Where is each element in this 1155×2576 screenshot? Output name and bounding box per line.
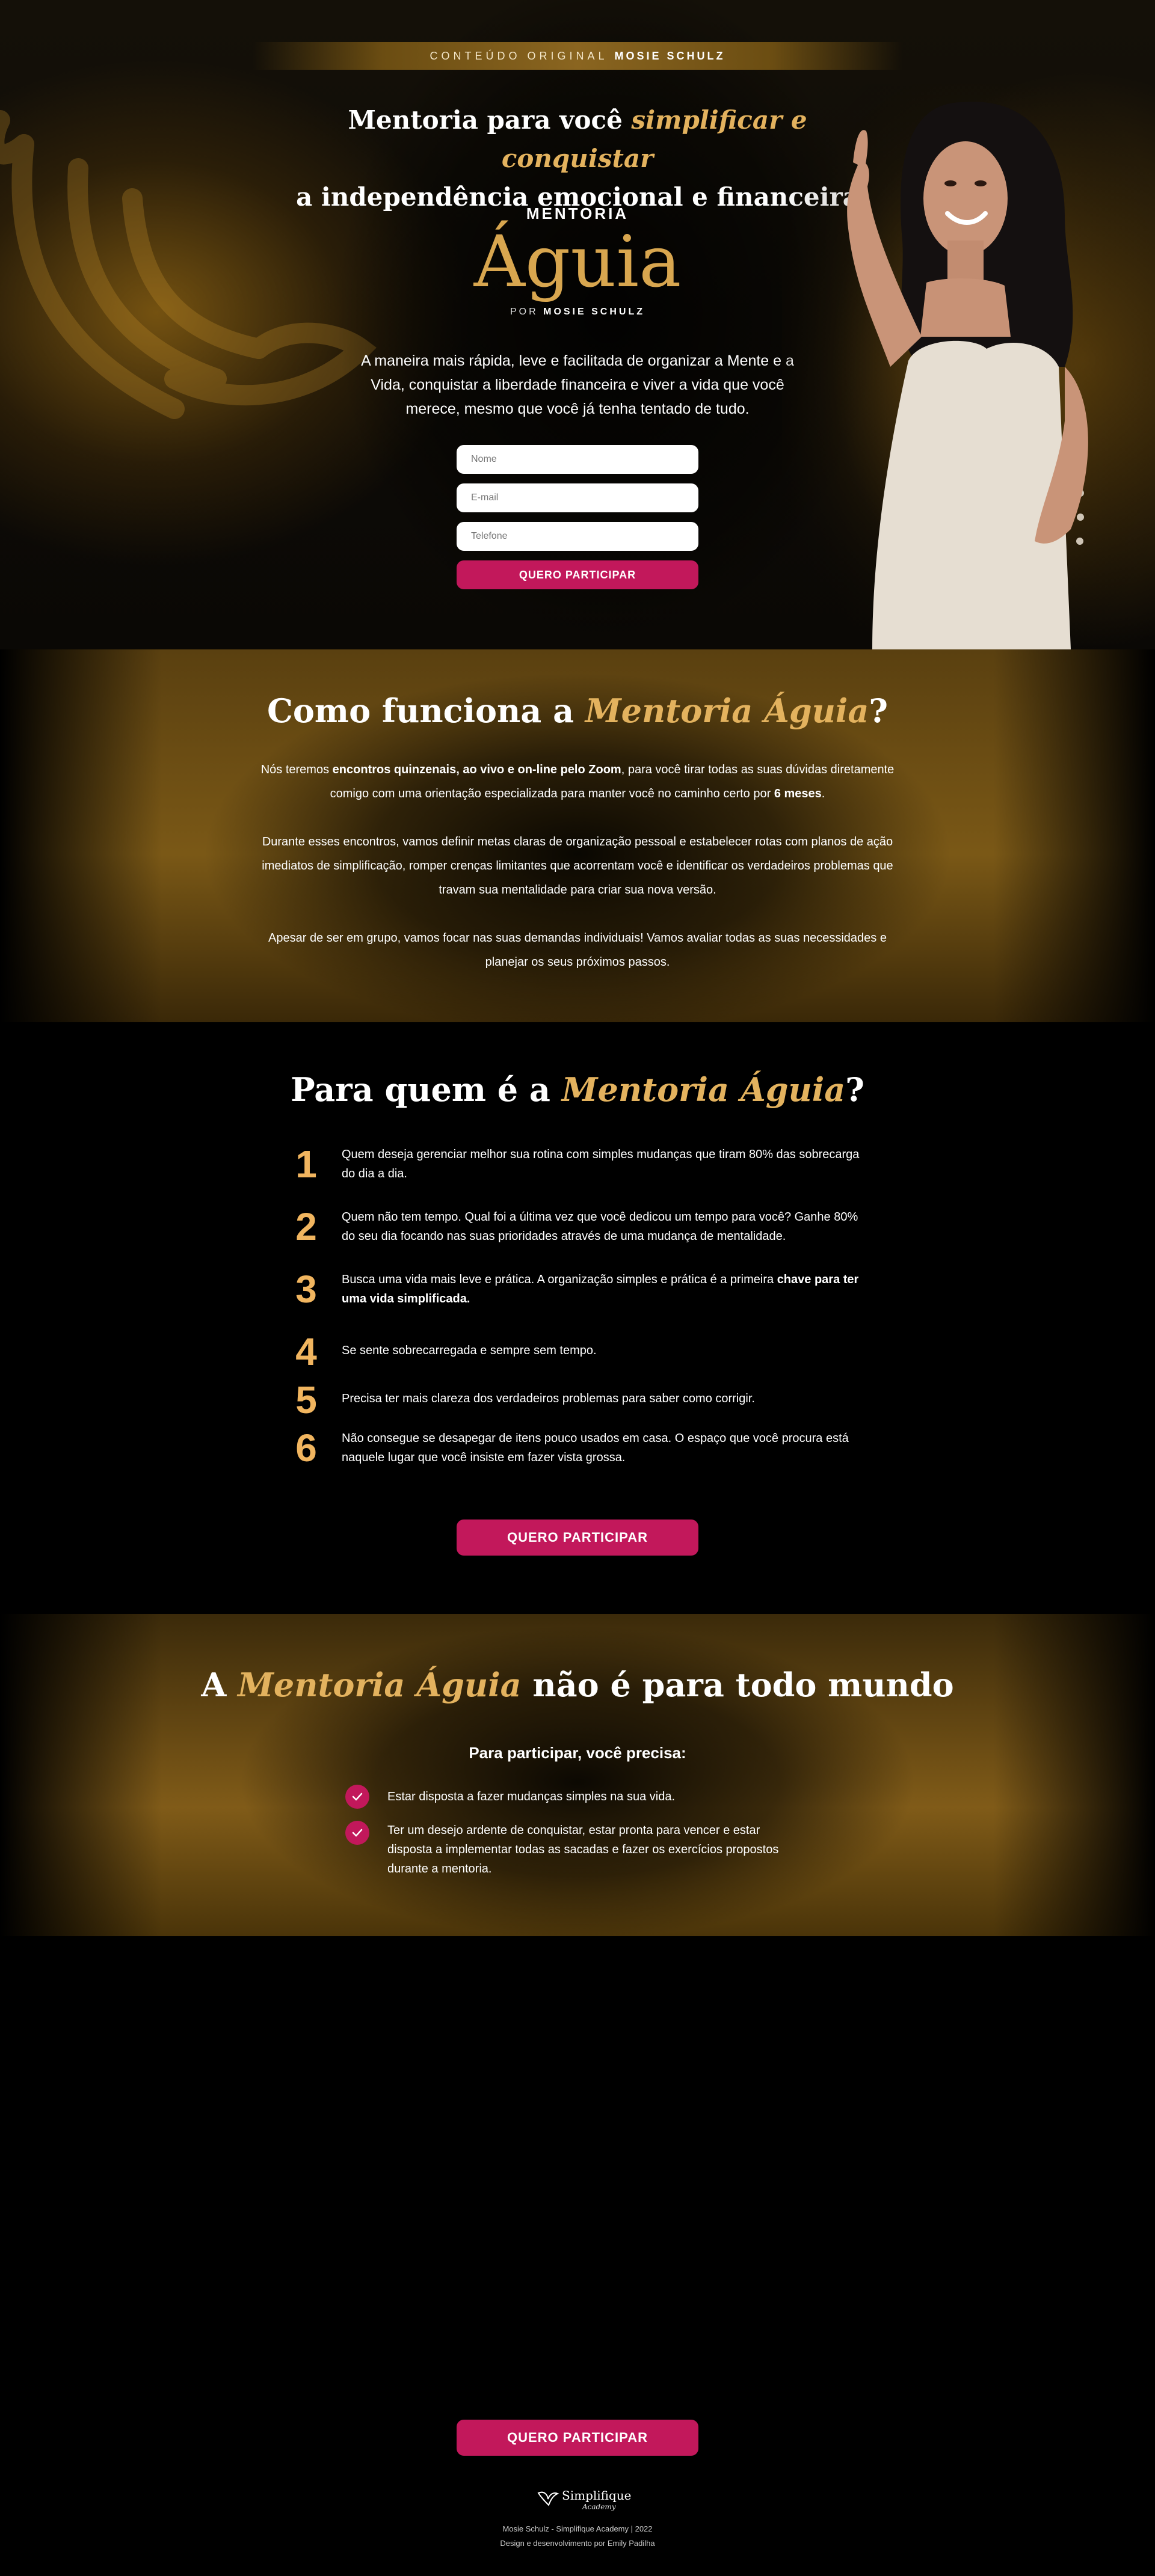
footer-copyright: Mosie Schulz - Simplifique Academy | 202… [502,2524,653,2533]
logo-subtext: Academy [582,2503,616,2511]
simplifique-logo: Simplifique Academy [529,2483,632,2513]
notall-title-suffix: é para todo mundo [599,1666,954,1704]
who-title: Para quem é a Mentoria Águia? [0,1070,1155,1109]
notall-title: A Mentoria Águia não é para todo mundo [0,1666,1155,1704]
list-item: 6 Não consegue se desapegar de itens pou… [283,1429,884,1467]
requirement-text: Ter um desejo ardente de conquistar, est… [387,1824,779,1875]
bottom-cta-button[interactable]: QUERO PARTICIPAR [457,2420,698,2456]
item-text: Não consegue se desapegar de itens pouco… [342,1432,849,1464]
item-number: 5 [295,1378,317,1421]
requirement-item: Estar disposta a fazer mudanças simples … [345,1785,802,1809]
item-number: 1 [295,1142,317,1186]
how-p1-d: 6 meses [774,787,822,800]
logo-text: Simplifique [562,2488,632,2503]
notall-title-highlight: Mentoria Águia [238,1666,522,1704]
hero-submit-button[interactable]: QUERO PARTICIPAR [457,560,698,589]
name-field[interactable] [457,445,698,474]
how-title: Como funciona a Mentoria Águia? [0,692,1155,730]
item-number: 6 [295,1426,317,1470]
signup-form: QUERO PARTICIPAR [457,445,698,589]
notall-edge-shade [0,1614,1155,1936]
list-item: 3 Busca uma vida mais leve e prática. A … [283,1270,884,1308]
phone-field[interactable] [457,522,698,551]
logo-by-prefix: POR [510,307,538,317]
list-item: 4 Se sente sobrecarregada e sempre sem t… [283,1332,884,1371]
top-banner: CONTEÚDO ORIGINAL MOSIE SCHULZ [253,42,902,70]
who-title-suffix: ? [845,1070,864,1109]
how-title-prefix: Como funciona a [266,692,585,730]
item-number: 4 [295,1330,317,1373]
item-number: 3 [295,1268,317,1311]
need-title: Para participar, você precisa: [469,1744,686,1762]
item-text-regular: Busca uma vida mais leve e prática. A or… [342,1273,777,1286]
check-icon [345,1785,369,1809]
who-title-highlight: Mentoria Águia [561,1070,846,1109]
item-text: Busca uma vida mais leve e prática. A or… [330,1270,871,1308]
list-item: 2 Quem não tem tempo. Qual foi a última … [283,1207,884,1246]
who-title-prefix: Para quem é a [291,1070,562,1109]
notall-title-bold: não [521,1666,599,1704]
requirement-item: Ter um desejo ardente de conquistar, est… [345,1821,802,1878]
how-paragraph-2: Durante esses encontros, vamos definir m… [262,835,893,897]
check-icon [345,1821,369,1845]
how-paragraph-1: Nós teremos encontros quinzenais, ao viv… [253,758,902,806]
hero-description: A maneira mais rápida, leve e facilitada… [361,352,794,417]
how-p1-b: encontros quinzenais, ao vivo e on-line … [332,763,621,776]
list-item: 5 Precisa ter mais clareza dos verdadeir… [283,1381,884,1419]
who-cta-button[interactable]: QUERO PARTICIPAR [457,1520,698,1556]
logo-by-name: MOSIE SCHULZ [543,307,645,317]
footer-credits: Design e desenvolvimento por Emily Padil… [500,2539,655,2548]
email-field[interactable] [457,483,698,512]
how-p1-a: Nós teremos [260,763,333,776]
bird-logo-icon [537,2491,559,2506]
mentor-photo [782,84,1155,649]
item-number: 2 [295,1205,317,1248]
how-title-suffix: ? [869,692,889,730]
banner-name: MOSIE SCHULZ [614,49,725,62]
item-text: Precisa ter mais clareza dos verdadeiros… [342,1392,755,1405]
banner-prefix: CONTEÚDO ORIGINAL [430,49,608,62]
requirement-text: Estar disposta a fazer mudanças simples … [387,1790,676,1803]
how-p1-e: . [821,787,825,800]
logo-byline: POR MOSIE SCHULZ [457,307,698,317]
hero-title-part1: Mentoria para você [348,105,632,135]
list-item: 1 Quem deseja gerenciar melhor sua rotin… [283,1145,884,1183]
how-title-highlight: Mentoria Águia [585,692,869,730]
notall-title-a: A [201,1666,238,1704]
item-text: Quem não tem tempo. Qual foi a última ve… [342,1210,858,1243]
landing-page: CONTEÚDO ORIGINAL MOSIE SCHULZ Mentoria … [0,0,1155,2576]
how-paragraph-3: Apesar de ser em grupo, vamos focar nas … [268,931,887,969]
item-text: Quem deseja gerenciar melhor sua rotina … [342,1148,860,1180]
item-text: Se sente sobrecarregada e sempre sem tem… [342,1344,597,1357]
logo-aguia: Águia [473,220,682,303]
